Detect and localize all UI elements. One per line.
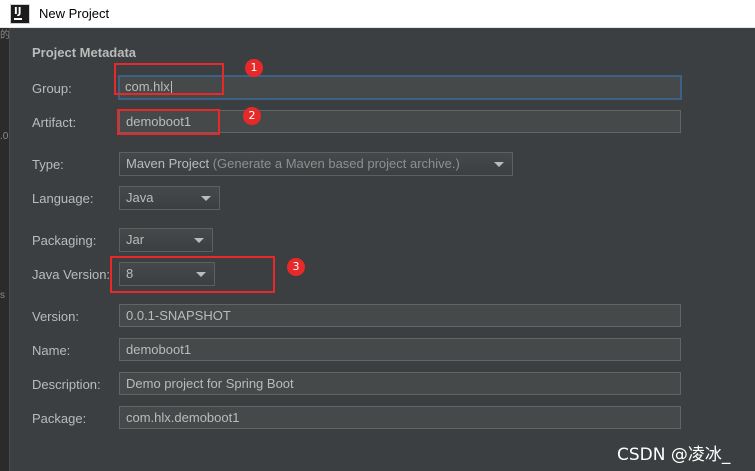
background-window-strip: 的 .0 s [0,28,10,471]
type-combobox[interactable]: Maven Project (Generate a Maven based pr… [119,152,513,176]
type-hint: (Generate a Maven based project archive.… [212,156,460,171]
annotation-badge-1: 1 [245,59,263,77]
app-icon-text: IJ [14,6,22,17]
type-value: Maven Project [126,156,210,171]
annotation-box-java-version [110,256,275,293]
window-title: New Project [39,6,110,21]
type-label: Type: [32,157,64,172]
name-label: Name: [32,343,71,358]
version-value: 0.0.1-SNAPSHOT [126,308,231,323]
intellij-app-icon: IJ [10,4,30,24]
name-field[interactable]: demoboot1 [119,338,681,361]
description-field[interactable]: Demo project for Spring Boot [119,372,681,395]
annotation-box-artifact [117,109,220,135]
window-titlebar: IJ New Project [0,0,755,28]
name-value: demoboot1 [126,342,192,357]
description-value: Demo project for Spring Boot [126,376,294,391]
group-label: Group: [32,81,72,96]
annotation-badge-3: 3 [287,258,305,276]
chevron-down-icon [194,238,204,243]
description-label: Description: [32,377,101,392]
language-value: Java [126,190,154,205]
package-label: Package: [32,411,87,426]
version-field[interactable]: 0.0.1-SNAPSHOT [119,304,681,327]
section-title-project-metadata: Project Metadata [32,45,137,60]
chevron-down-icon [201,196,211,201]
annotation-badge-2: 2 [243,107,261,125]
version-label: Version: [32,309,79,324]
language-combobox[interactable]: Java [119,186,220,210]
language-label: Language: [32,191,94,206]
packaging-label: Packaging: [32,233,97,248]
packaging-value: Jar [126,232,145,247]
annotation-box-group [114,63,224,95]
chevron-down-icon [494,162,504,167]
java-version-label: Java Version: [32,267,111,282]
strip-text-1: 的 [0,30,10,41]
strip-text-2: .0 [0,131,9,142]
packaging-combobox[interactable]: Jar [119,228,213,252]
csdn-watermark: CSDN @凌冰_ [617,445,731,465]
strip-text-3: s [0,290,5,301]
artifact-label: Artifact: [32,115,77,130]
package-field[interactable]: com.hlx.demoboot1 [119,406,681,429]
package-value: com.hlx.demoboot1 [126,410,240,425]
